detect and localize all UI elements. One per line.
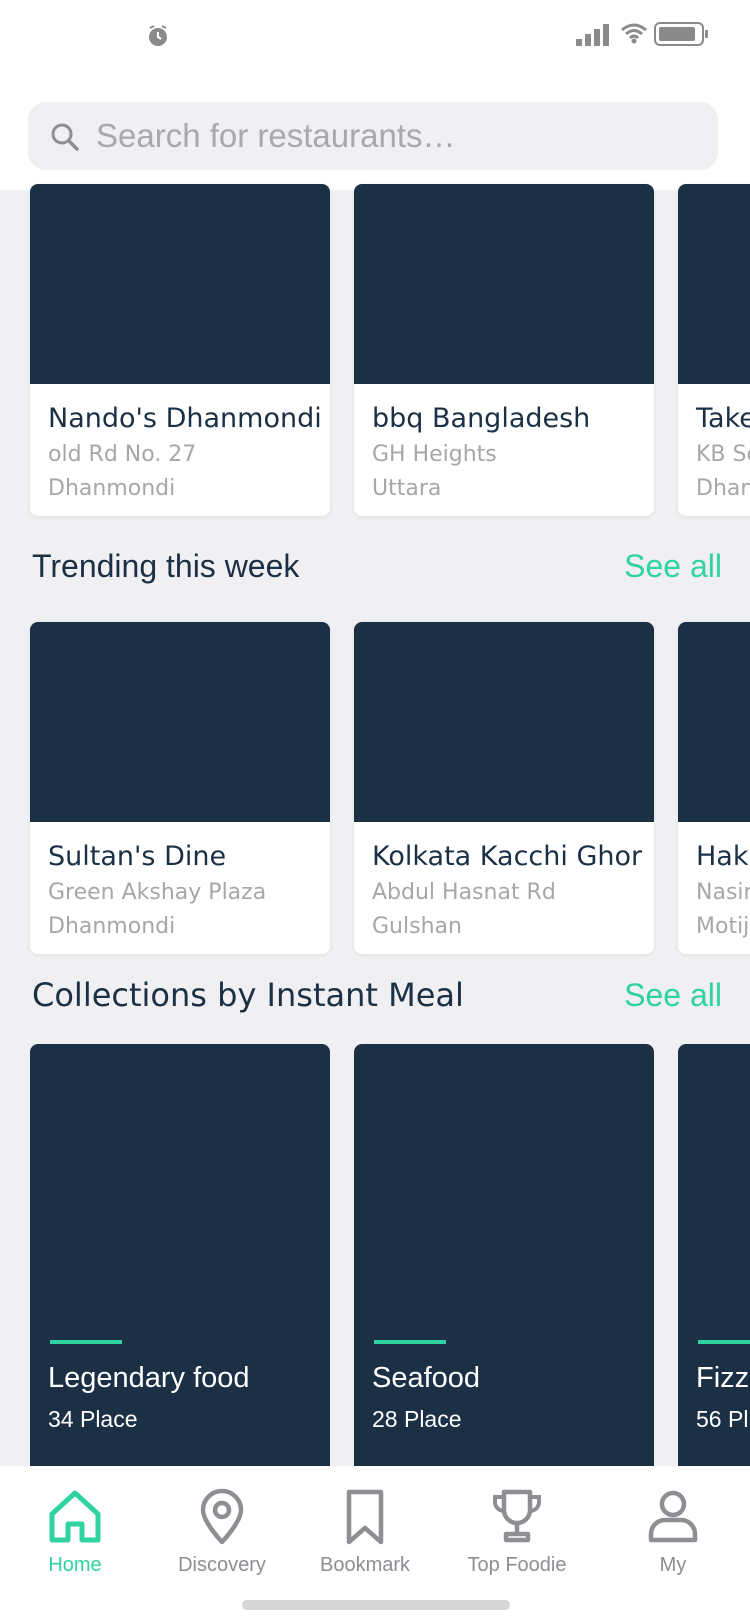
tab-discovery[interactable]: Discovery bbox=[147, 1488, 297, 1577]
restaurant-image bbox=[354, 622, 654, 822]
restaurant-address-line2: Dhanmondi bbox=[48, 914, 176, 939]
restaurant-card[interactable]: Sultan's Dine Green Akshay Plaza Dhanmon… bbox=[30, 622, 330, 954]
tab-label: Home bbox=[48, 1554, 102, 1576]
collections-row: Legendary food 34 Place Seafood 28 Place… bbox=[30, 1044, 750, 1474]
collection-accent-bar bbox=[374, 1340, 446, 1344]
trophy-icon bbox=[493, 1489, 541, 1543]
collections-see-all-link[interactable]: See all bbox=[624, 977, 722, 1014]
status-bar bbox=[0, 0, 750, 90]
search-input[interactable] bbox=[96, 102, 696, 170]
restaurant-address-line2: Gulshan bbox=[372, 914, 462, 939]
restaurant-image bbox=[354, 184, 654, 384]
restaurant-name: Hakl bbox=[696, 841, 750, 872]
trending-see-all-link[interactable]: See all bbox=[624, 548, 722, 585]
restaurant-image bbox=[30, 622, 330, 822]
search-header bbox=[0, 90, 750, 190]
tab-label: Bookmark bbox=[319, 1554, 411, 1576]
restaurant-address-line1: Abdul Hasnat Rd bbox=[372, 880, 556, 905]
home-indicator[interactable] bbox=[242, 1600, 510, 1610]
restaurant-name: Kolkata Kacchi Ghor bbox=[372, 841, 643, 872]
restaurant-address-line1: Green Akshay Plaza bbox=[48, 880, 267, 905]
collection-card[interactable]: Fizza 56 Pl bbox=[678, 1044, 750, 1474]
collection-name: Fizza bbox=[696, 1362, 750, 1394]
trending-section-header: Trending this week See all bbox=[32, 548, 722, 585]
restaurant-address-line2: Dhan bbox=[696, 476, 750, 501]
restaurant-card[interactable]: bbq Bangladesh GH Heights Uttara bbox=[354, 184, 654, 516]
tab-bookmark[interactable]: Bookmark bbox=[290, 1488, 440, 1577]
restaurant-address-line2: Dhanmondi bbox=[48, 476, 176, 501]
restaurant-address-line2: Motij bbox=[696, 914, 750, 939]
restaurant-address-line1: Nasir bbox=[696, 880, 750, 905]
restaurant-address-line1: KB Sc bbox=[696, 442, 750, 467]
tab-my[interactable]: My bbox=[598, 1488, 748, 1577]
collection-place-count: 34 Place bbox=[48, 1406, 138, 1432]
collection-name: Legendary food bbox=[48, 1362, 250, 1394]
tab-label: My bbox=[659, 1554, 687, 1576]
location-pin-icon bbox=[200, 1488, 244, 1545]
restaurant-address-line1: GH Heights bbox=[372, 442, 497, 467]
person-icon bbox=[648, 1490, 698, 1543]
collections-section-header: Collections by Instant Meal See all bbox=[32, 976, 722, 1014]
restaurant-image bbox=[678, 622, 750, 822]
featured-restaurants-row: Nando's Dhanmondi old Rd No. 27 Dhanmond… bbox=[30, 184, 750, 516]
trending-section-title: Trending this week bbox=[32, 548, 300, 584]
wifi-icon bbox=[621, 23, 647, 44]
tab-home[interactable]: Home bbox=[0, 1488, 150, 1577]
tab-top-foodie[interactable]: Top Foodie bbox=[442, 1488, 592, 1577]
search-bar[interactable] bbox=[28, 102, 718, 170]
restaurant-name: Sultan's Dine bbox=[48, 841, 227, 872]
collections-section-title: Collections by Instant Meal bbox=[32, 976, 464, 1014]
cellular-signal-icon bbox=[576, 24, 609, 46]
restaurant-image bbox=[30, 184, 330, 384]
collection-place-count: 28 Place bbox=[372, 1406, 462, 1432]
collection-place-count: 56 Pl bbox=[696, 1406, 749, 1432]
battery-icon bbox=[654, 22, 708, 46]
restaurant-card[interactable]: Kolkata Kacchi Ghor Abdul Hasnat Rd Guls… bbox=[354, 622, 654, 954]
collection-accent-bar bbox=[50, 1340, 122, 1344]
restaurant-name: Nando's Dhanmondi bbox=[48, 403, 322, 434]
restaurant-card[interactable]: Nando's Dhanmondi old Rd No. 27 Dhanmond… bbox=[30, 184, 330, 516]
trending-restaurants-row: Sultan's Dine Green Akshay Plaza Dhanmon… bbox=[30, 622, 750, 954]
alarm-icon bbox=[149, 25, 167, 46]
restaurant-address-line2: Uttara bbox=[372, 476, 442, 501]
restaurant-address-line1: old Rd No. 27 bbox=[48, 442, 197, 467]
collection-card[interactable]: Legendary food 34 Place bbox=[30, 1044, 330, 1474]
tab-label: Discovery bbox=[178, 1554, 266, 1576]
bookmark-icon bbox=[346, 1489, 384, 1545]
collection-accent-bar bbox=[698, 1340, 750, 1344]
restaurant-image bbox=[678, 184, 750, 384]
collection-card[interactable]: Seafood 28 Place bbox=[354, 1044, 654, 1474]
search-icon bbox=[51, 123, 79, 151]
collection-name: Seafood bbox=[372, 1362, 481, 1394]
restaurant-card[interactable]: Hakl Nasir Motij bbox=[678, 622, 750, 954]
restaurant-name: bbq Bangladesh bbox=[372, 403, 591, 434]
restaurant-card[interactable]: Take KB Sc Dhan bbox=[678, 184, 750, 516]
restaurant-name: Take bbox=[696, 403, 750, 434]
tab-label: Top Foodie bbox=[467, 1554, 567, 1576]
home-icon bbox=[49, 1490, 101, 1543]
